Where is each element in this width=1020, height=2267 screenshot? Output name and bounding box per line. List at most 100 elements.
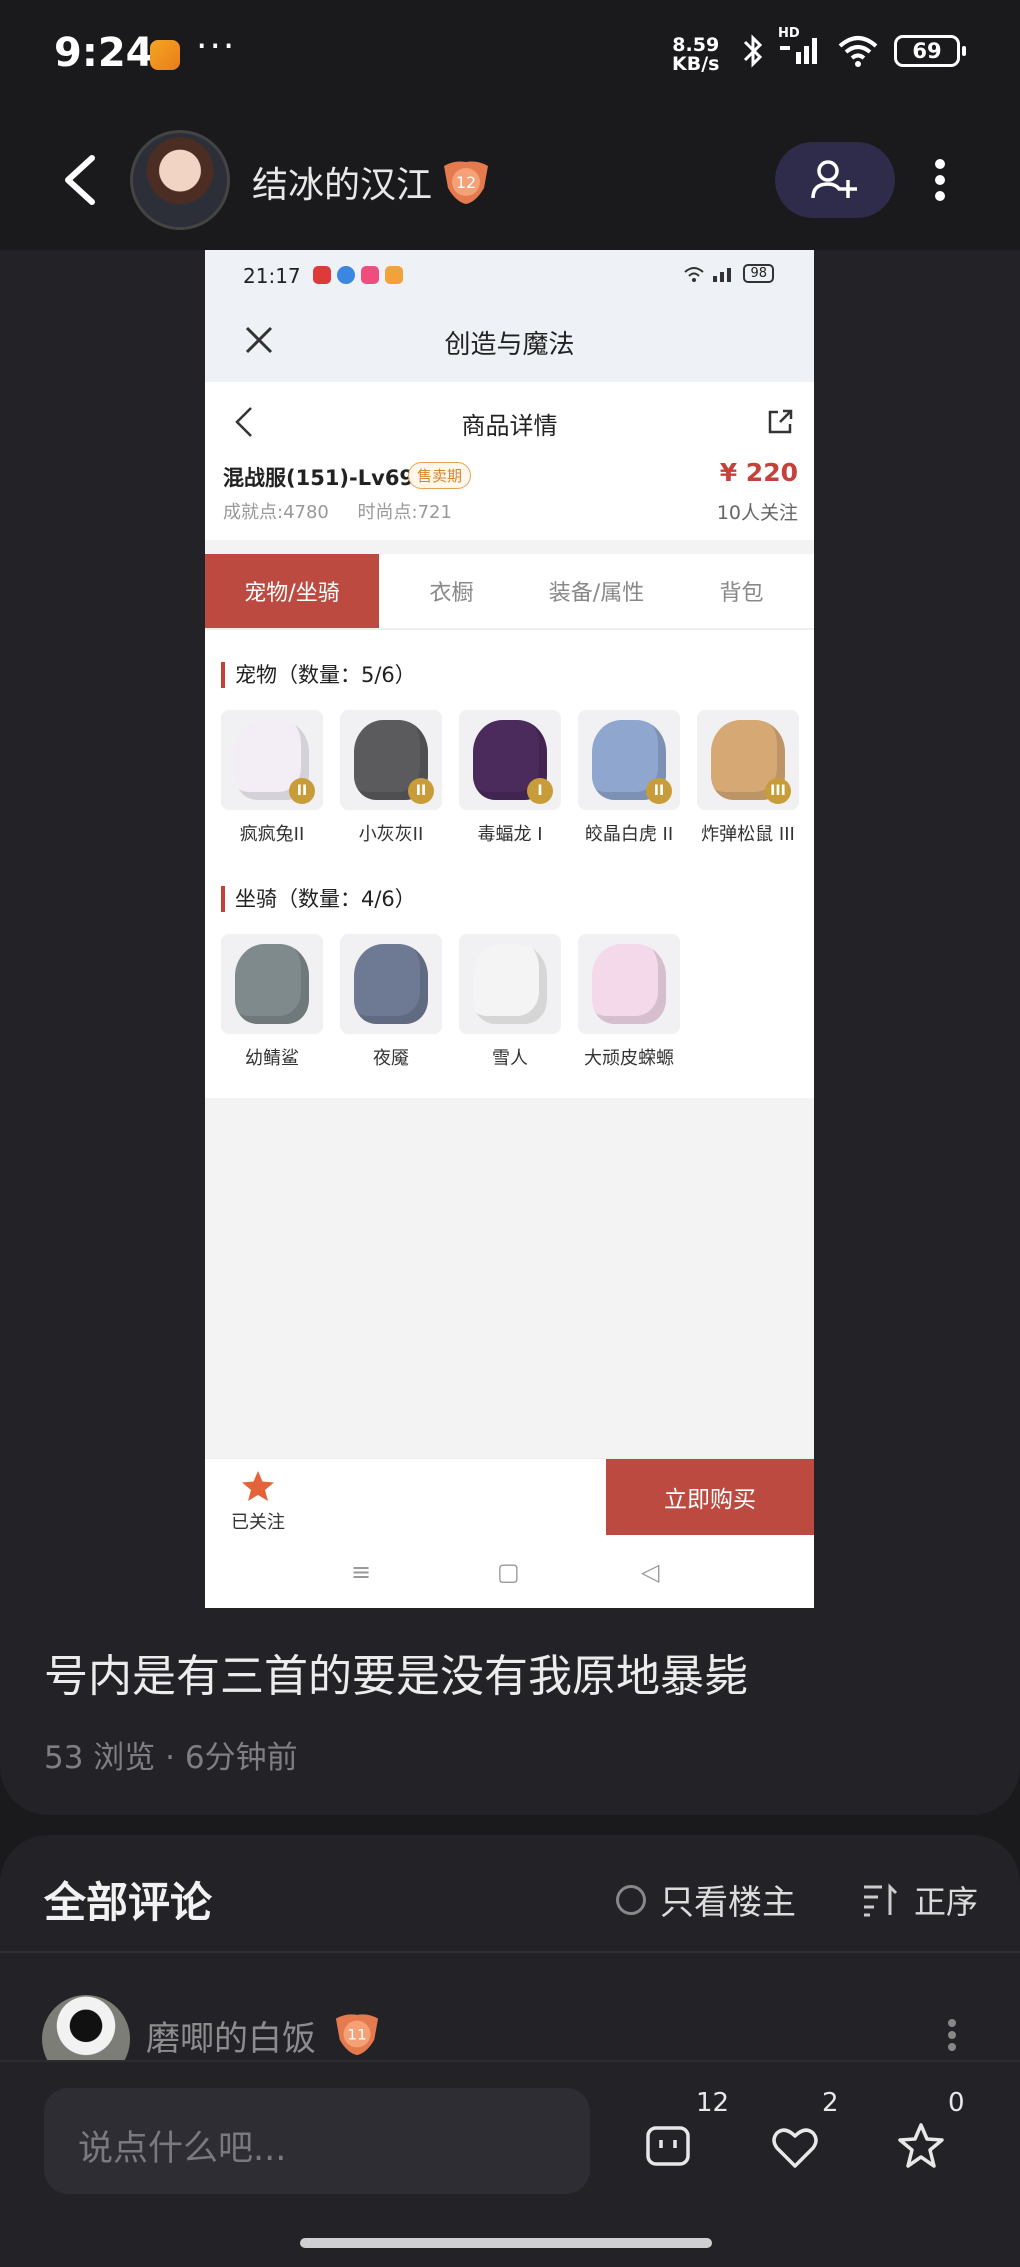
item-tabs: 宠物/坐骑 衣橱 装备/属性 背包	[205, 554, 814, 630]
pet-item: II 小灰灰II	[340, 710, 442, 846]
favorite-button[interactable]: 0	[896, 2088, 966, 2182]
network-speed: 8.59 KB/s	[672, 36, 719, 74]
divider	[0, 1951, 1020, 1953]
signal-icon: HD	[778, 26, 822, 70]
item-name: 混战服(151)-Lv69	[223, 466, 415, 490]
image-wifi-icon	[684, 266, 705, 282]
image-signal-icon	[713, 267, 732, 282]
status-time: 9:24	[54, 30, 154, 76]
pet-thumbnail: II	[340, 710, 442, 810]
grade-badge: II	[289, 778, 315, 804]
author-level: 12	[456, 173, 476, 192]
fashion-value: 721	[417, 502, 452, 523]
mounts-grid: 幼鲭鲨 夜魇 雪人 大顽皮蝾螈	[221, 934, 814, 1070]
creature-image	[354, 944, 428, 1024]
creature-image	[473, 944, 547, 1024]
star-filled-icon	[242, 1471, 274, 1501]
mount-thumbnail	[221, 934, 323, 1034]
author-name[interactable]: 结冰的汉江	[252, 156, 432, 208]
item-action-bar: 已关注 立即购买	[205, 1458, 814, 1536]
home-icon: ▢	[497, 1558, 520, 1586]
post-image[interactable]: 21:17 98 创造与魔法 商品详情 混战服(151)-Lv69 售卖期 ¥ …	[205, 250, 814, 1608]
image-status-time: 21:17	[243, 264, 301, 288]
commenter-level: 11	[347, 2026, 367, 2044]
more-vertical-icon[interactable]	[920, 150, 960, 210]
home-indicator[interactable]	[300, 2238, 712, 2248]
pets-grid: II 疯疯兔II II 小灰灰II I 毒蝠龙 I II 皎晶白虎 II III 炸弹松鼠 III	[221, 710, 814, 846]
pet-thumbnail: II	[221, 710, 323, 810]
image-status-bar: 21:17 98	[205, 250, 814, 302]
image-app-icon	[385, 266, 403, 284]
tab-equipment: 装备/属性	[548, 581, 645, 606]
network-speed-unit: KB/s	[672, 53, 720, 75]
mount-thumbnail	[578, 934, 680, 1034]
empty-area	[205, 1098, 814, 1458]
back-icon[interactable]	[56, 150, 106, 210]
mount-item: 雪人	[459, 934, 561, 1070]
comment-input[interactable]: 说点什么吧...	[44, 2088, 590, 2194]
comments-title: 全部评论	[44, 1878, 213, 1927]
pets-mounts-panel: 宠物（数量：5/6） II 疯疯兔II II 小灰灰II I 毒蝠龙 I II 皎晶白虎 II…	[205, 630, 814, 1098]
pet-item: III 炸弹松鼠 III	[697, 710, 799, 846]
menu-icon: ≡	[351, 1558, 372, 1586]
like-button[interactable]: 2	[770, 2088, 840, 2182]
only-op-toggle[interactable]: 只看楼主	[616, 1875, 796, 1924]
achievement-value: 4780	[283, 502, 329, 523]
favorite-count: 0	[948, 2088, 965, 2118]
item-followers: 10人关注	[716, 502, 798, 524]
grade-badge: I	[527, 778, 553, 804]
tab-backpack: 背包	[719, 581, 764, 606]
mount-item: 夜魇	[340, 934, 442, 1070]
bottom-input-bar: 说点什么吧... 12 2 0	[0, 2060, 1020, 2267]
add-user-icon	[811, 160, 857, 199]
mount-name: 夜魇	[373, 1048, 409, 1069]
author-avatar[interactable]	[130, 130, 230, 230]
image-app-icon	[337, 266, 355, 284]
sale-tag: 售卖期	[408, 462, 472, 489]
level-badge-icon: 11	[335, 2014, 379, 2056]
sort-toggle[interactable]: 正序	[862, 1877, 978, 1923]
pet-thumbnail: II	[578, 710, 680, 810]
followed-label: 已关注	[231, 1512, 285, 1533]
item-detail-title: 商品详情	[461, 412, 558, 440]
image-app-icon	[313, 266, 331, 284]
share-icon	[768, 409, 793, 434]
more-vertical-icon[interactable]	[940, 2015, 964, 2055]
mounts-section-title: 坐骑（数量：4/6）	[221, 886, 814, 912]
commenter-name[interactable]: 磨唧的白饭	[146, 2011, 316, 2060]
creature-image	[235, 944, 309, 1024]
notification-app-icon	[150, 40, 180, 70]
fashion-label: 时尚点:	[357, 502, 418, 523]
grade-badge: II	[646, 778, 672, 804]
battery-icon: 69	[894, 35, 966, 67]
pet-thumbnail: III	[697, 710, 799, 810]
creature-image	[592, 944, 666, 1024]
mount-item: 大顽皮蝾螈	[578, 934, 680, 1070]
image-nav-bar: ≡ ▢ ◁	[205, 1536, 814, 1608]
image-app-title: 创造与魔法	[444, 330, 575, 360]
divider	[205, 540, 814, 554]
grade-badge: III	[765, 778, 791, 804]
status-bar: 9:24 ··· 8.59 KB/s HD 69	[0, 0, 1020, 110]
item-detail-header: 商品详情 混战服(151)-Lv69 售卖期 ¥ 220 成就点:4780 时尚…	[205, 382, 814, 540]
more-notifications-icon: ···	[196, 26, 237, 67]
only-op-label: 只看楼主	[660, 1883, 796, 1923]
mount-thumbnail	[340, 934, 442, 1034]
follow-button[interactable]	[775, 142, 895, 218]
mount-name: 雪人	[492, 1048, 528, 1069]
grade-badge: II	[408, 778, 434, 804]
pet-name: 小灰灰II	[358, 824, 424, 845]
sort-label: 正序	[914, 1883, 979, 1921]
comment-button[interactable]: 12	[644, 2088, 729, 2182]
bluetooth-icon	[743, 34, 763, 68]
pet-item: I 毒蝠龙 I	[459, 710, 561, 846]
battery-level: 69	[912, 39, 942, 63]
level-badge-icon: 12	[444, 161, 488, 204]
pet-name: 皎晶白虎 II	[584, 824, 674, 845]
buy-now-button: 立即购买	[606, 1459, 814, 1535]
pet-thumbnail: I	[459, 710, 561, 810]
pet-name: 毒蝠龙 I	[477, 824, 543, 845]
heart-icon	[772, 2128, 818, 2168]
pets-section-title: 宠物（数量：5/6）	[221, 662, 814, 688]
image-app-icon	[361, 266, 379, 284]
